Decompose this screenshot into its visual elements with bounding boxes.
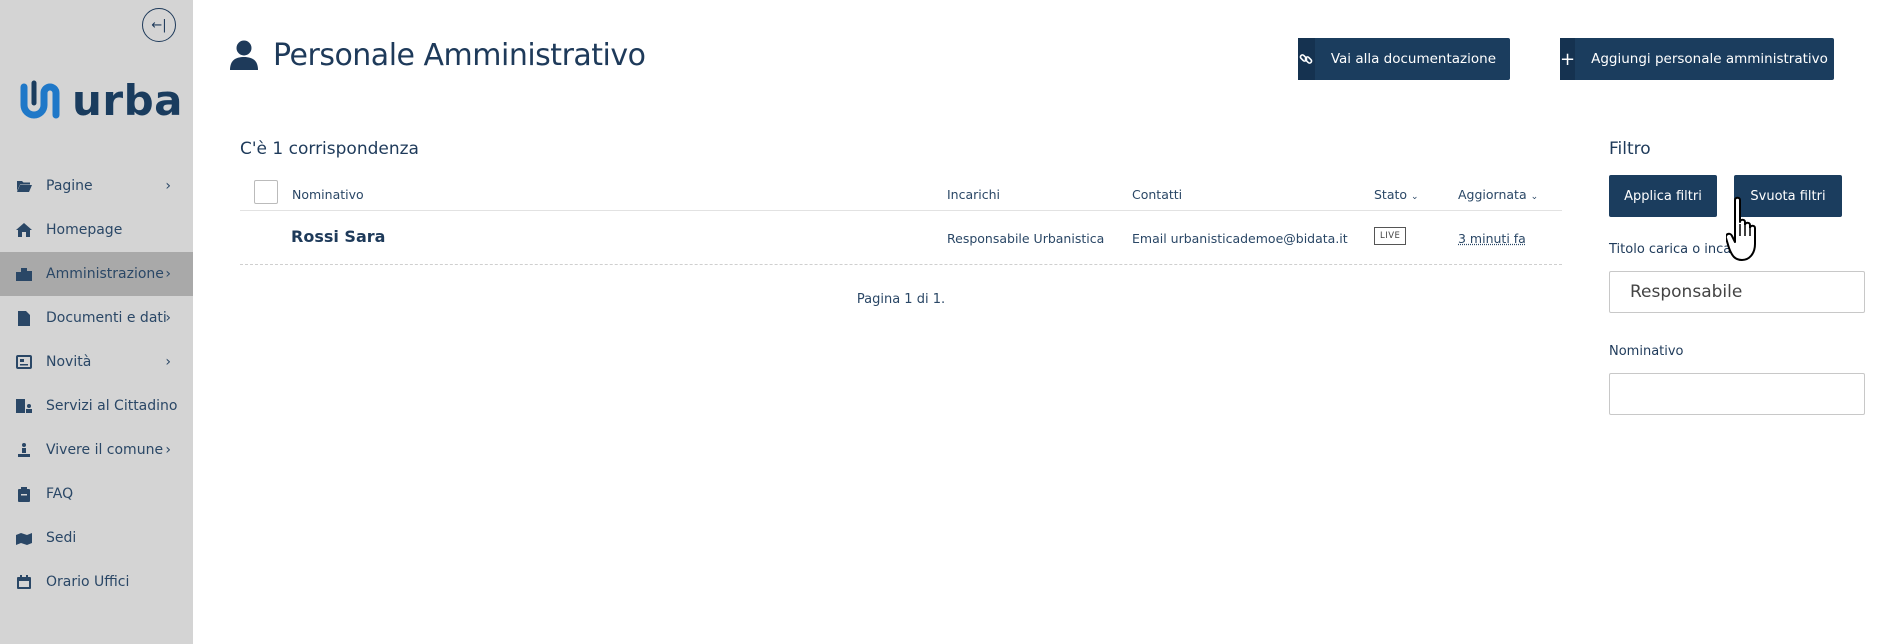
sidebar-item-homepage[interactable]: Homepage <box>0 208 193 252</box>
column-header-roles: Incarichi <box>947 187 1001 202</box>
sidebar-item-amministrazione[interactable]: Amministrazione › <box>0 252 193 296</box>
sidebar-item-servizi[interactable]: Servizi al Cittadino <box>0 384 193 428</box>
chevron-right-icon: › <box>165 354 171 370</box>
chevron-right-icon: › <box>165 266 171 282</box>
urba-logo-icon <box>20 80 60 118</box>
column-header-contacts: Contatti <box>1132 187 1183 202</box>
sidebar-item-label: Pagine <box>46 178 93 194</box>
person-monument-icon <box>16 442 32 458</box>
sidebar-item-faq[interactable]: FAQ <box>0 472 193 516</box>
sidebar-item-label: FAQ <box>46 486 74 502</box>
logo[interactable]: urba <box>18 76 183 125</box>
sidebar-item-novita[interactable]: Novità › <box>0 340 193 384</box>
row-roles: Responsabile Urbanistica <box>947 231 1105 246</box>
documentation-button[interactable]: Vai alla documentazione <box>1298 38 1510 80</box>
column-header-updated-label: Aggiornata <box>1458 187 1527 202</box>
sidebar-item-label: Orario Uffici <box>46 574 130 590</box>
chevron-right-icon: › <box>165 310 171 326</box>
map-location-icon <box>16 530 32 546</box>
sidebar-item-label: Novità <box>46 354 92 370</box>
plus-icon: + <box>1560 38 1576 80</box>
chevron-right-icon: › <box>165 442 171 458</box>
pagination-text: Pagina 1 di 1. <box>856 292 946 307</box>
column-header-updated[interactable]: Aggiornata ⌄ <box>1458 187 1538 202</box>
sidebar-item-label: Sedi <box>46 530 77 546</box>
newspaper-icon <box>16 354 32 370</box>
building-user-icon <box>16 398 32 414</box>
filter-title: Filtro <box>1609 139 1651 159</box>
collapse-arrow-icon: ←| <box>151 17 167 33</box>
apply-filters-button-label: Applica filtri <box>1624 188 1702 204</box>
clipboard-icon <box>16 486 32 502</box>
sidebar-item-documenti[interactable]: Documenti e dati › <box>0 296 193 340</box>
logo-text: urba <box>72 76 184 125</box>
add-staff-button-label: Aggiungi personale amministrativo <box>1591 51 1828 67</box>
status-badge: LIVE <box>1374 227 1407 245</box>
apply-filters-button[interactable]: Applica filtri <box>1609 175 1717 217</box>
column-header-status[interactable]: Stato ⌄ <box>1374 187 1419 202</box>
add-staff-button[interactable]: + Aggiungi personale amministrativo <box>1560 38 1834 80</box>
row-name-link[interactable]: Rossi Sara <box>291 227 385 246</box>
table-header: Nominativo Incarichi Contatti Stato ⌄ Ag… <box>240 176 1562 211</box>
chevron-down-icon: ⌄ <box>1530 192 1539 202</box>
results-table: Nominativo Incarichi Contatti Stato ⌄ Ag… <box>240 176 1562 307</box>
row-updated: 3 minuti fa <box>1458 231 1526 246</box>
sidebar-item-label: Amministrazione <box>46 266 164 282</box>
sidebar-item-sedi[interactable]: Sedi <box>0 516 193 560</box>
column-header-status-label: Stato <box>1374 187 1408 202</box>
name-filter-input[interactable] <box>1609 373 1865 415</box>
home-icon <box>16 222 32 238</box>
sidebar: ←| urba Pagine › Homepage Amministrazion <box>0 0 193 644</box>
chevron-right-icon: › <box>165 178 171 194</box>
calendar-icon <box>16 574 32 590</box>
sidebar-item-pagine[interactable]: Pagine › <box>0 164 193 208</box>
role-filter-input[interactable] <box>1609 271 1865 313</box>
column-header-name[interactable]: Nominativo <box>292 187 364 202</box>
page-title: Personale Amministrativo <box>273 38 646 73</box>
folder-open-icon <box>16 178 32 194</box>
row-contacts: Email urbanisticademoe@bidata.it <box>1132 231 1348 246</box>
sidebar-item-label: Documenti e dati <box>46 310 167 326</box>
sidebar-item-label: Homepage <box>46 222 123 238</box>
name-filter-label: Nominativo <box>1609 344 1684 359</box>
file-icon <box>16 310 32 326</box>
sidebar-item-vivere[interactable]: Vivere il comune › <box>0 428 193 472</box>
user-icon <box>230 40 258 74</box>
sidebar-nav: Pagine › Homepage Amministrazione › Docu… <box>0 164 193 604</box>
link-icon <box>1298 38 1315 80</box>
results-count: C'è 1 corrispondenza <box>240 139 419 159</box>
select-all-checkbox[interactable] <box>254 180 278 204</box>
chevron-down-icon: ⌄ <box>1411 192 1419 202</box>
collapse-sidebar-button[interactable]: ←| <box>142 8 176 42</box>
table-row[interactable]: Rossi Sara Responsabile Urbanistica Emai… <box>240 211 1562 265</box>
documentation-button-label: Vai alla documentazione <box>1330 51 1496 67</box>
sidebar-item-label: Servizi al Cittadino <box>46 398 178 414</box>
city-icon <box>16 266 32 282</box>
hand-cursor-icon <box>1724 196 1762 268</box>
sidebar-item-label: Vivere il comune <box>46 442 164 458</box>
sidebar-item-orario[interactable]: Orario Uffici <box>0 560 193 604</box>
